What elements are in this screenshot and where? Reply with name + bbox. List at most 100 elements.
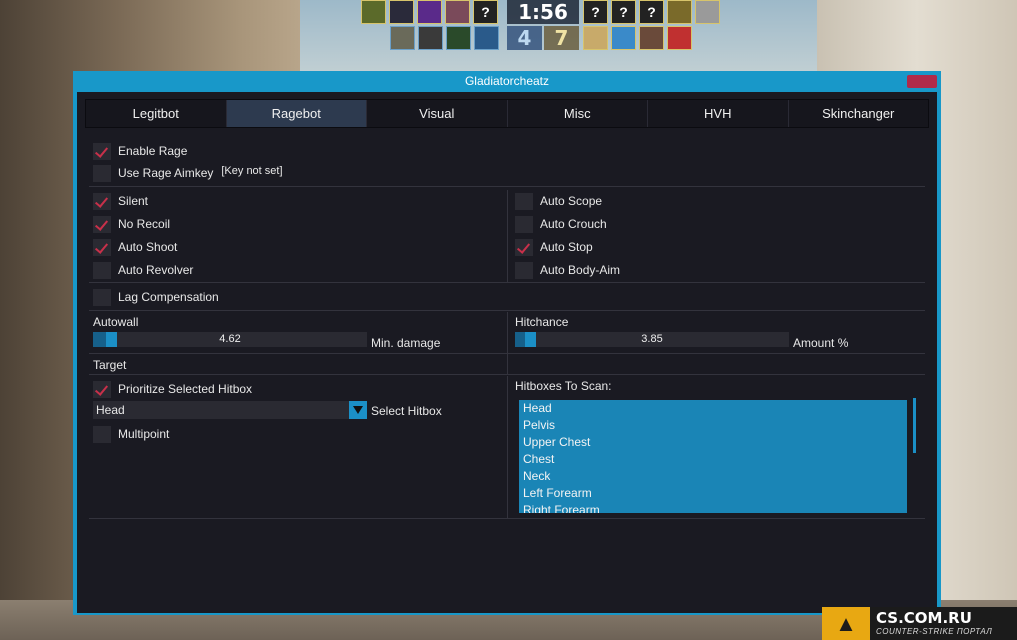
player-avatar: [611, 26, 636, 50]
divider: [89, 310, 925, 311]
prioritize-hitbox-label: Prioritize Selected Hitbox: [118, 382, 253, 396]
list-item[interactable]: Head: [519, 400, 907, 417]
close-button[interactable]: [907, 75, 937, 88]
tab-ragebot[interactable]: Ragebot: [226, 100, 367, 127]
option-label: Silent: [118, 194, 149, 208]
aimkey-row[interactable]: Use Rage Aimkey [Key not set]: [93, 164, 283, 182]
multipoint-row[interactable]: Multipoint: [93, 425, 169, 443]
tab-visual[interactable]: Visual: [367, 100, 508, 127]
option-silent[interactable]: Silent: [93, 192, 148, 210]
autowall-slider[interactable]: 4.62: [93, 332, 367, 347]
auto-stop-checkbox[interactable]: [515, 238, 533, 256]
divider: [89, 353, 925, 354]
ct-avatars-bottom: [390, 26, 499, 50]
lag-compensation-checkbox[interactable]: [93, 288, 111, 306]
auto-revolver-checkbox[interactable]: [93, 261, 111, 279]
tab-legitbot[interactable]: Legitbot: [86, 100, 227, 127]
option-label: Auto Revolver: [118, 263, 194, 277]
score-ct: 4: [507, 26, 542, 50]
t-avatars-bottom-right: [583, 26, 692, 50]
player-avatar: [639, 26, 664, 50]
list-item[interactable]: Pelvis: [519, 417, 907, 434]
list-item[interactable]: Chest: [519, 451, 907, 468]
lag-compensation-row[interactable]: Lag Compensation: [93, 288, 219, 306]
unknown-avatar: ?: [473, 0, 498, 24]
multipoint-label: Multipoint: [118, 427, 170, 441]
hitchance-slider[interactable]: 3.85: [515, 332, 789, 347]
multipoint-checkbox[interactable]: [93, 425, 111, 443]
option-auto-scope[interactable]: Auto Scope: [515, 192, 602, 210]
column-divider: [507, 312, 508, 374]
unknown-avatar: ?: [583, 0, 608, 24]
player-avatar: [361, 0, 386, 24]
option-label: Auto Scope: [540, 194, 603, 208]
option-label: Auto Body-Aim: [540, 263, 621, 277]
player-avatar: [390, 26, 415, 50]
site-watermark: ▲ CS.COM.RU COUNTER-STRIKE ПОРТАЛ: [822, 607, 1017, 640]
option-auto-revolver[interactable]: Auto Revolver: [93, 261, 193, 279]
player-avatar: [445, 0, 470, 24]
option-label: Auto Shoot: [118, 240, 178, 254]
silent-checkbox[interactable]: [93, 192, 111, 210]
player-avatar: [417, 0, 442, 24]
amount-label: Amount %: [793, 336, 849, 350]
tab-skinchanger[interactable]: Skinchanger: [788, 100, 928, 127]
prioritize-hitbox-row[interactable]: Prioritize Selected Hitbox: [93, 380, 252, 398]
watermark-title: CS.COM.RU: [876, 609, 972, 627]
option-label: Auto Crouch: [540, 217, 607, 231]
option-auto-shoot[interactable]: Auto Shoot: [93, 238, 177, 256]
enable-rage-row[interactable]: Enable Rage: [93, 142, 187, 160]
hitbox-select[interactable]: Head: [93, 401, 367, 419]
hitchance-value: 3.85: [641, 333, 663, 345]
scoreboard: ? 1:56 4 7 ? ? ?: [361, 0, 725, 52]
prioritize-hitbox-checkbox[interactable]: [93, 380, 111, 398]
option-auto-body-aim[interactable]: Auto Body-Aim: [515, 261, 620, 279]
option-no-recoil[interactable]: No Recoil: [93, 215, 170, 233]
hitchance-title: Hitchance: [515, 315, 569, 329]
column-divider: [507, 376, 508, 518]
list-item[interactable]: Left Forearm: [519, 485, 907, 502]
min-damage-label: Min. damage: [371, 336, 441, 350]
enable-rage-checkbox[interactable]: [93, 142, 111, 160]
score-t: 7: [544, 26, 579, 50]
tab-misc[interactable]: Misc: [507, 100, 648, 127]
auto-scope-checkbox[interactable]: [515, 192, 533, 210]
player-avatar: [667, 0, 692, 24]
aimkey-keybind[interactable]: [Key not set]: [221, 165, 282, 177]
list-item[interactable]: Upper Chest: [519, 434, 907, 451]
option-auto-stop[interactable]: Auto Stop: [515, 238, 593, 256]
auto-shoot-checkbox[interactable]: [93, 238, 111, 256]
window-titlebar[interactable]: Gladiatorcheatz: [73, 71, 941, 92]
watermark-subtitle: COUNTER-STRIKE ПОРТАЛ: [876, 627, 993, 636]
unknown-avatar: ?: [639, 0, 664, 24]
chevron-down-icon[interactable]: [349, 401, 367, 419]
soldier-icon: ▲: [822, 607, 870, 640]
hitboxes-list[interactable]: Head Pelvis Upper Chest Chest Neck Left …: [519, 400, 907, 513]
player-avatar: [474, 26, 499, 50]
aimkey-label: Use Rage Aimkey: [118, 166, 214, 180]
tab-hvh[interactable]: HVH: [648, 100, 789, 127]
auto-crouch-checkbox[interactable]: [515, 215, 533, 233]
round-timer: 1:56: [507, 0, 579, 24]
hitboxes-scrollbar[interactable]: [913, 398, 916, 453]
player-avatar: [389, 0, 414, 24]
auto-body-aim-checkbox[interactable]: [515, 261, 533, 279]
aimkey-checkbox[interactable]: [93, 164, 111, 182]
list-item[interactable]: Right Forearm: [519, 502, 907, 513]
hitbox-select-value: Head: [96, 403, 125, 417]
window-title: Gladiatorcheatz: [464, 74, 550, 88]
player-avatar: [446, 26, 471, 50]
divider: [89, 186, 925, 187]
player-avatar: [583, 26, 608, 50]
list-item[interactable]: Neck: [519, 468, 907, 485]
option-auto-crouch[interactable]: Auto Crouch: [515, 215, 607, 233]
player-avatar: [695, 0, 720, 24]
target-title: Target: [93, 358, 127, 372]
divider: [89, 282, 925, 283]
watermark-text: CS.COM.RU COUNTER-STRIKE ПОРТАЛ: [876, 611, 992, 636]
no-recoil-checkbox[interactable]: [93, 215, 111, 233]
hitboxes-title: Hitboxes To Scan:: [515, 379, 612, 393]
option-label: Auto Stop: [540, 240, 593, 254]
tab-bar: Legitbot Ragebot Visual Misc HVH Skincha…: [85, 99, 929, 128]
divider: [89, 518, 925, 519]
